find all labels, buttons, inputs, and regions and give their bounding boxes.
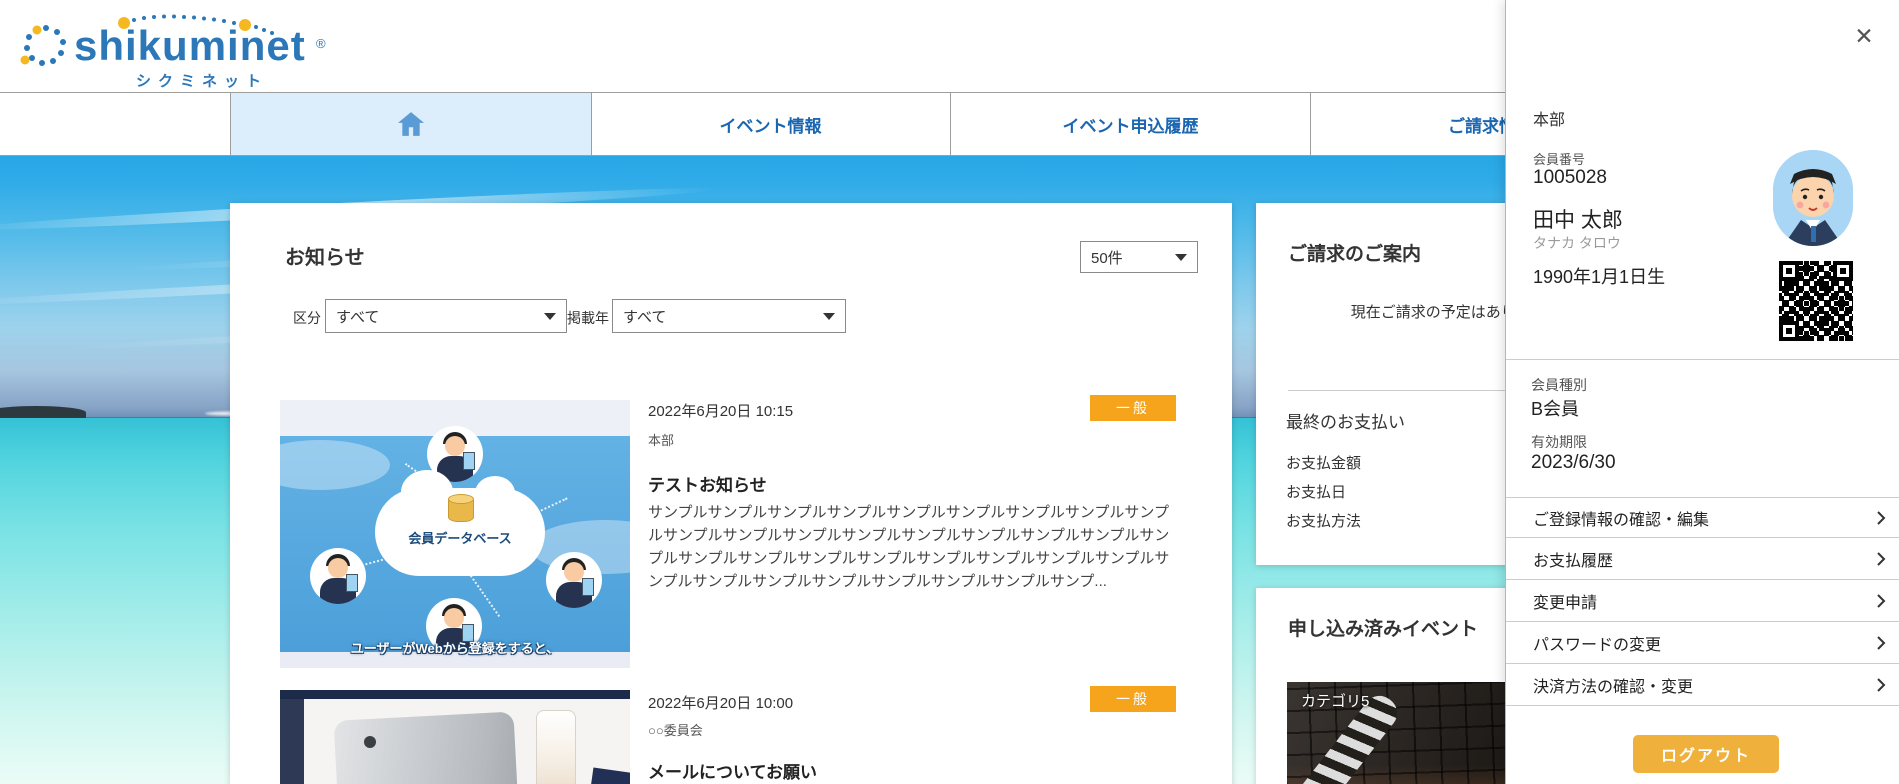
shikuminet-logo[interactable]: shikuminet ® シクミネット bbox=[16, 8, 296, 88]
chevron-right-icon bbox=[1876, 551, 1886, 567]
news-title: テストお知らせ bbox=[648, 471, 767, 496]
tab-event-application-history[interactable]: イベント申込履歴 bbox=[951, 93, 1311, 155]
menu-item-label: お支払履歴 bbox=[1533, 547, 1613, 571]
person-head bbox=[445, 436, 465, 456]
chevron-right-icon bbox=[1876, 677, 1886, 693]
caret-down-icon bbox=[1175, 254, 1187, 261]
member-qr-code bbox=[1779, 261, 1853, 341]
photo-dark-object bbox=[280, 699, 304, 784]
member-name: 田中 太郎 bbox=[1533, 204, 1623, 234]
logo-registered-mark: ® bbox=[316, 36, 326, 51]
logo-katakana: シクミネット bbox=[136, 70, 268, 91]
member-birthdate: 1990年1月1日生 bbox=[1533, 263, 1665, 289]
member-name-kana: タナカ タロウ bbox=[1533, 233, 1621, 253]
logout-button[interactable]: ログアウト bbox=[1633, 735, 1779, 773]
filter-year-label: 掲載年 bbox=[567, 308, 609, 328]
person-head bbox=[328, 558, 348, 578]
member-no-label: 会員番号 bbox=[1533, 149, 1585, 168]
news-body: サンプルサンプルサンプルサンプルサンプルサンプルサンプルサンプルサンプルサンプル… bbox=[648, 501, 1176, 593]
applied-events-title: 申し込み済みイベント bbox=[1288, 614, 1478, 641]
billing-title: ご請求のご案内 bbox=[1288, 239, 1421, 266]
latte-glass bbox=[536, 710, 576, 784]
database-label: 会員データベース bbox=[375, 528, 545, 547]
news-org: ○○委員会 bbox=[648, 720, 703, 739]
filter-category-value: すべて bbox=[336, 306, 379, 327]
caret-down-icon bbox=[823, 313, 835, 320]
menu-item-edit-registration[interactable]: ご登録情報の確認・編集 bbox=[1506, 497, 1899, 538]
tab-label: イベント申込履歴 bbox=[1063, 112, 1199, 137]
payment-date-label: お支払日 bbox=[1286, 481, 1346, 502]
menu-item-label: 決済方法の確認・変更 bbox=[1533, 673, 1693, 697]
home-icon bbox=[398, 112, 424, 136]
illustration-caption: ユーザーがWebから登録をすると、 bbox=[280, 638, 630, 657]
news-thumbnail-photo[interactable] bbox=[280, 690, 630, 784]
per-page-value: 50件 bbox=[1091, 247, 1123, 268]
announcements-card: お知らせ 50件 区分 すべて 掲載年 すべて bbox=[230, 203, 1232, 784]
member-no: 1005028 bbox=[1533, 167, 1607, 189]
chevron-right-icon bbox=[1876, 635, 1886, 651]
tab-event-info[interactable]: イベント情報 bbox=[591, 93, 951, 155]
per-page-select[interactable]: 50件 bbox=[1080, 241, 1198, 273]
logo-wordmark: shikuminet bbox=[74, 22, 306, 70]
payment-method-label: お支払方法 bbox=[1286, 510, 1361, 531]
menu-item-change-password[interactable]: パスワードの変更 bbox=[1506, 623, 1899, 664]
menu-item-change-request[interactable]: 変更申請 bbox=[1506, 581, 1899, 622]
person-head bbox=[564, 562, 584, 582]
person-phone bbox=[582, 578, 594, 596]
filter-category-label: 区分 bbox=[293, 308, 321, 328]
tab-home[interactable] bbox=[230, 93, 592, 155]
menu-item-label: パスワードの変更 bbox=[1533, 631, 1661, 655]
announcements-title: お知らせ bbox=[285, 241, 365, 270]
person-phone bbox=[463, 452, 475, 470]
database-cylinder-icon bbox=[448, 496, 474, 522]
news-org: 本部 bbox=[648, 430, 674, 449]
news-datetime: 2022年6月20日 10:00 bbox=[648, 692, 793, 713]
expiry-label: 有効期限 bbox=[1531, 432, 1587, 452]
news-thumbnail-illustration[interactable]: 会員データベース ユーザーがWebから登録をすると、 bbox=[280, 400, 630, 668]
imac-back bbox=[334, 711, 527, 784]
chevron-right-icon bbox=[1876, 510, 1886, 526]
photo-shelf bbox=[280, 690, 630, 699]
news-category-badge: 一般 bbox=[1090, 686, 1176, 712]
apple-logo bbox=[364, 736, 376, 748]
member-type-label: 会員種別 bbox=[1531, 375, 1587, 395]
news-category-badge: 一般 bbox=[1090, 395, 1176, 421]
last-payment-heading: 最終のお支払い bbox=[1286, 408, 1405, 433]
user-avatar-circle bbox=[310, 548, 366, 604]
member-avatar bbox=[1773, 150, 1853, 246]
menu-item-payment-history[interactable]: お支払履歴 bbox=[1506, 539, 1899, 580]
person-phone bbox=[346, 574, 358, 592]
event-category-label: カテゴリ5 bbox=[1301, 690, 1369, 711]
notebook bbox=[567, 767, 630, 784]
divider bbox=[1506, 359, 1899, 360]
user-avatar-circle bbox=[546, 552, 602, 608]
news-title: メールについてお願い bbox=[648, 758, 817, 783]
caret-down-icon bbox=[544, 313, 556, 320]
close-icon[interactable]: ✕ bbox=[1850, 22, 1878, 50]
database-cloud: 会員データベース bbox=[375, 488, 545, 576]
tab-label: イベント情報 bbox=[720, 112, 822, 137]
person-head bbox=[444, 608, 464, 628]
news-datetime: 2022年6月20日 10:15 bbox=[648, 400, 793, 421]
menu-item-payment-method[interactable]: 決済方法の確認・変更 bbox=[1506, 665, 1899, 706]
payment-amount-label: お支払金額 bbox=[1286, 452, 1361, 473]
member-drawer: ✕ 本部 会員番号 1005028 田中 太郎 タナカ タロウ 1990年1月1… bbox=[1505, 0, 1899, 784]
filter-category-select[interactable]: すべて bbox=[325, 299, 567, 333]
filter-year-value: すべて bbox=[623, 306, 666, 327]
chevron-right-icon bbox=[1876, 593, 1886, 609]
member-branch: 本部 bbox=[1533, 106, 1565, 130]
filter-year-select[interactable]: すべて bbox=[612, 299, 846, 333]
member-type: B会員 bbox=[1531, 395, 1579, 421]
shikuminet-member-portal: shikuminet ® シクミネット イベント情報 イベント申込履歴 ご請求情… bbox=[0, 0, 1899, 784]
menu-item-label: ご登録情報の確認・編集 bbox=[1533, 506, 1709, 530]
menu-item-label: 変更申請 bbox=[1533, 589, 1597, 613]
expiry-date: 2023/6/30 bbox=[1531, 452, 1616, 474]
